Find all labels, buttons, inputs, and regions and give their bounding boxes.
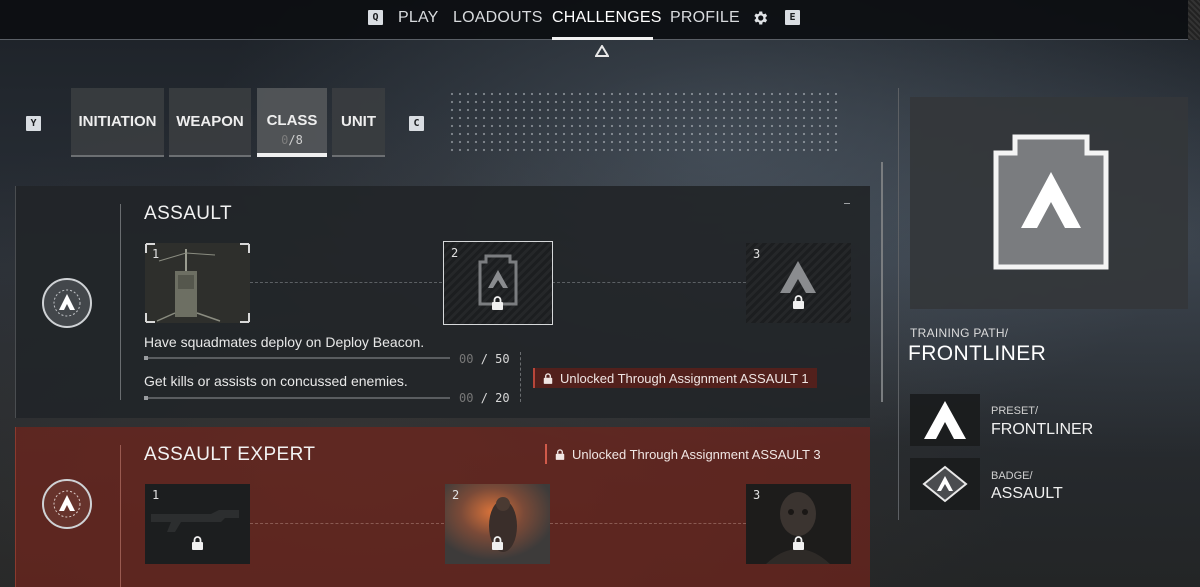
tab-unit[interactable]: UNIT [332,88,385,157]
preset-frontliner-icon-box[interactable] [910,394,980,446]
progress-fill [144,356,148,360]
tile-connector [250,523,444,524]
prev-category-key-hint: Y [26,116,41,131]
dot-grid-decoration [448,90,840,154]
unlock-text: Unlocked Through Assignment ASSAULT 3 [572,446,821,462]
tab-label: WEAPON [176,113,244,130]
reward-tile-1[interactable]: 1 [145,484,250,564]
next-tab-key-hint: E [785,10,800,25]
frontliner-chevron-icon [924,401,966,439]
preset-label: PRESET/ [991,405,1039,417]
lock-icon [543,372,553,384]
next-category-key-hint: C [409,116,424,131]
objective-progress-value-2: 00 / 20 [459,391,510,405]
panel-title: ASSAULT EXPERT [144,444,316,465]
tile-connector [250,282,442,283]
lock-icon [191,536,204,555]
panel-title: ASSAULT [144,203,232,224]
preset-title: FRONTLINER [991,421,1094,438]
tab-weapon[interactable]: WEAPON [169,88,251,157]
nav-tab-profile[interactable]: PROFILE [670,9,740,27]
active-tab-underline [552,37,653,40]
assault-challenge-panel: ASSAULT 1 2 3 Have squadmates deploy on … [15,186,870,418]
assault-emblem-icon [42,278,92,328]
panel-divider [120,445,121,587]
reward-tile-3[interactable]: 3 [746,484,851,564]
objective-text-2: Get kills or assists on concussed enemie… [144,373,408,389]
tile-connector [550,523,746,524]
reward-tile-3[interactable]: 3 [746,243,851,323]
objective-progress-bar-1 [144,356,450,360]
reward-tile-1[interactable]: 1 [145,243,250,323]
assault-expert-challenge-panel: ASSAULT EXPERT Unlocked Through Assignme… [15,427,870,587]
tile-number: 1 [152,247,160,261]
collapse-indicator [844,203,850,204]
nav-tab-play[interactable]: PLAY [398,9,439,27]
reward-tile-2[interactable]: 2 [445,484,550,564]
class-count-total: /8 [288,133,303,147]
progress-fill [144,396,148,400]
scrollbar[interactable] [881,162,883,402]
gear-icon[interactable] [751,9,769,32]
lock-icon [792,536,805,555]
tab-label: INITIATION [78,113,157,130]
tab-initiation[interactable]: INITIATION [71,88,164,157]
unlock-requirement-tag: Unlocked Through Assignment ASSAULT 3 [545,444,829,464]
lock-icon [491,536,504,555]
panel-divider [120,204,121,400]
tile-number: 3 [753,247,761,261]
class-progress-count: 0/8 [281,133,303,147]
lock-icon [792,295,805,314]
progress-current: 00 [459,391,474,405]
right-panel-border [898,88,899,520]
lock-icon [491,296,504,315]
objective-text-1: Have squadmates deploy on Deploy Beacon. [144,334,425,350]
objective-progress-value-1: 00 / 50 [459,352,510,366]
top-nav-bar: Q PLAY LOADOUTS CHALLENGES PROFILE E [0,0,1200,40]
reward-tile-2[interactable]: 2 [443,241,553,325]
objective-divider [520,352,521,402]
badge-title: ASSAULT [991,485,1063,502]
progress-total: / 20 [480,391,510,405]
caret-up-icon [594,44,610,62]
unlock-requirement-tag: Unlocked Through Assignment ASSAULT 1 [533,368,817,388]
edge-decoration [1188,0,1200,40]
lock-icon [555,448,565,460]
assault-expert-emblem-icon [42,479,92,529]
tab-label: UNIT [341,113,376,130]
badge-label: BADGE/ [991,470,1033,482]
deploy-beacon-image [145,243,250,323]
locked-chevron-icon [780,261,816,293]
prev-tab-key-hint: Q [368,10,383,25]
training-path-label: TRAINING PATH/ [910,326,1009,340]
training-path-badge-icon [993,134,1109,270]
badge-assault-icon-box[interactable] [910,458,980,510]
progress-current: 00 [459,352,474,366]
unlock-text: Unlocked Through Assignment ASSAULT 1 [560,370,809,386]
progress-total: / 50 [480,352,510,366]
assault-badge-icon [922,465,968,503]
training-path-name: FRONTLINER [908,342,1047,365]
active-tab-bar [257,153,327,157]
training-path-emblem-card [910,97,1188,309]
objective-progress-bar-2 [144,396,450,400]
nav-tab-loadouts[interactable]: LOADOUTS [453,9,543,27]
tile-number: 1 [152,488,160,502]
tile-connector [552,282,746,283]
nav-tab-challenges[interactable]: CHALLENGES [552,9,662,27]
tile-number: 2 [452,488,460,502]
tab-class[interactable]: CLASS 0/8 [257,88,327,157]
tile-number: 3 [753,488,761,502]
tab-label: CLASS [266,112,318,129]
tile-number: 2 [451,246,459,260]
